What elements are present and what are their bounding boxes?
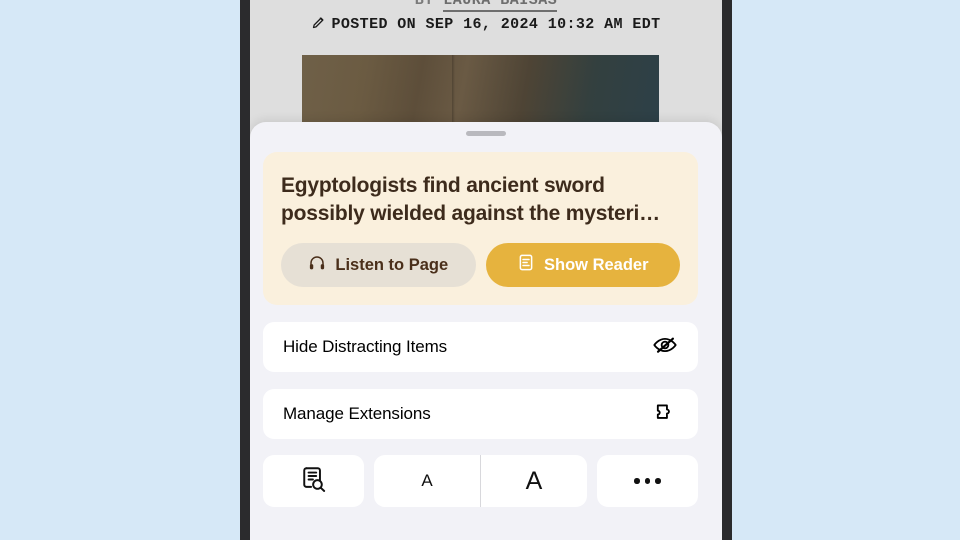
- bottom-sheet: Egyptologists find ancient sword possibl…: [250, 122, 722, 540]
- screenshot-stage: BY LAURA BAISAS POSTED ON SEP 16, 2024 1…: [0, 0, 960, 540]
- headphones-icon: [308, 254, 326, 277]
- document-search-icon: [301, 465, 327, 497]
- decrease-text-size-button[interactable]: A: [374, 455, 480, 507]
- hide-distracting-items-row[interactable]: Hide Distracting Items: [263, 322, 698, 372]
- manage-extensions-label: Manage Extensions: [283, 404, 431, 423]
- show-reader-button[interactable]: Show Reader: [485, 243, 680, 288]
- listen-to-page-label: Listen to Page: [335, 255, 449, 274]
- device-bezel-right: [722, 0, 732, 540]
- eye-slash-icon: [652, 334, 678, 361]
- page-title: Egyptologists find ancient sword possibl…: [281, 174, 660, 225]
- find-on-page-button[interactable]: [263, 455, 364, 507]
- article-posted-row: POSTED ON SEP 16, 2024 10:32 AM EDT: [250, 15, 722, 35]
- reader-card-buttons: Listen to Page Show Reader: [281, 243, 680, 288]
- increase-text-size-button[interactable]: A: [481, 455, 587, 507]
- letter-a-large-icon: A: [525, 466, 543, 495]
- device-bezel-left: [240, 0, 250, 540]
- manage-extensions-row[interactable]: Manage Extensions: [263, 389, 698, 439]
- hide-distracting-items-label: Hide Distracting Items: [283, 337, 448, 356]
- article-posted-text: POSTED ON SEP 16, 2024 10:32 AM EDT: [331, 16, 661, 33]
- ellipsis-icon: [634, 478, 661, 484]
- sheet-grabber-handle[interactable]: [466, 131, 506, 136]
- pencil-icon: [311, 15, 326, 35]
- reader-card: Egyptologists find ancient sword possibl…: [263, 152, 698, 306]
- text-size-segment: A A: [374, 455, 587, 507]
- byline-prefix: BY: [414, 0, 434, 9]
- sheet-toolbar: A A: [263, 455, 698, 507]
- puzzle-piece-icon: [653, 401, 678, 428]
- article-author[interactable]: LAURA BAISAS: [443, 0, 558, 12]
- article-byline: BY LAURA BAISAS: [250, 0, 722, 12]
- letter-a-small-icon: A: [421, 471, 433, 490]
- reader-document-icon: [517, 253, 535, 277]
- webpage-content: BY LAURA BAISAS POSTED ON SEP 16, 2024 1…: [250, 0, 722, 130]
- more-options-button[interactable]: [597, 455, 698, 507]
- article-hero-image: [302, 55, 659, 130]
- device-screen: BY LAURA BAISAS POSTED ON SEP 16, 2024 1…: [250, 0, 722, 540]
- show-reader-label: Show Reader: [543, 255, 649, 274]
- listen-to-page-button[interactable]: Listen to Page: [281, 243, 476, 288]
